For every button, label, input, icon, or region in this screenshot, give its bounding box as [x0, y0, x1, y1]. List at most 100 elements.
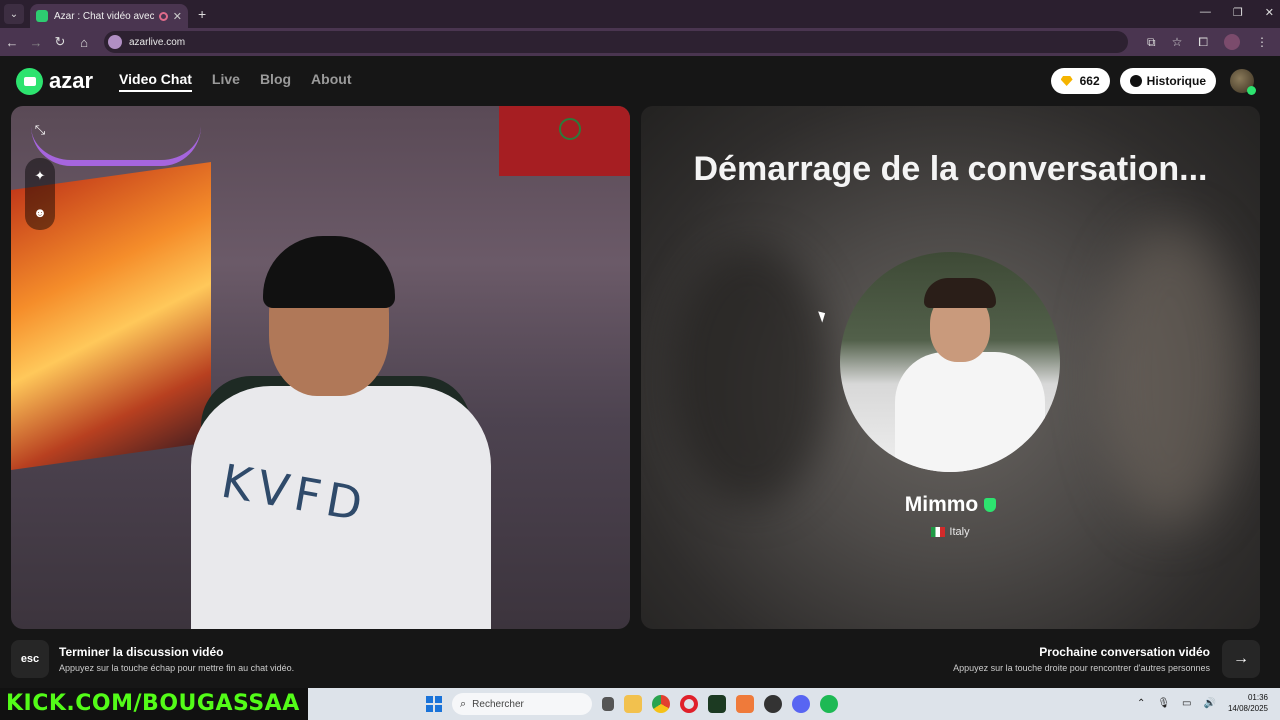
self-video: KVFD ⤡ ✦ ☻	[11, 106, 630, 629]
recording-icon	[158, 11, 168, 21]
next-chat-subtitle: Appuyez sur la touche droite pour rencon…	[953, 663, 1210, 673]
end-chat-hint: esc Terminer la discussion vidéo Appuyez…	[11, 640, 294, 678]
window-controls: — ❐ ✕	[1200, 6, 1274, 19]
site-header: azar Video Chat Live Blog About 662 Hist…	[0, 56, 1270, 106]
end-chat-title: Terminer la discussion vidéo	[59, 645, 224, 659]
kick-overlay-text: KICK.COM/BOUGASSAA	[6, 691, 300, 716]
gems-count: 662	[1079, 74, 1100, 88]
next-chat-hint: Prochaine conversation vidéo Appuyez sur…	[953, 640, 1260, 678]
windows-start-icon[interactable]	[426, 696, 442, 712]
beanie	[263, 236, 395, 308]
flag-emblem	[559, 118, 581, 140]
nav-about[interactable]: About	[311, 71, 351, 92]
browser-toolbar-right: ⧉ ☆ ⧠ ⋮	[1147, 34, 1268, 50]
effects-group: ✦ ☻	[25, 158, 55, 230]
search-placeholder: Rechercher	[472, 698, 524, 710]
spotify-icon[interactable]	[820, 695, 838, 713]
nav-blog[interactable]: Blog	[260, 71, 291, 92]
menu-dots-icon[interactable]: ⋮	[1256, 35, 1268, 49]
partner-panel: Démarrage de la conversation... Mimmo It…	[641, 106, 1260, 629]
logo-text: azar	[49, 68, 94, 93]
nav-video-chat[interactable]: Video Chat	[119, 71, 192, 92]
extensions-icon[interactable]: ⧠	[1198, 35, 1208, 50]
azar-logo[interactable]: azar	[16, 67, 94, 95]
blurred-bg	[1101, 226, 1241, 526]
new-tab-button[interactable]: +	[198, 6, 206, 22]
online-dot-icon	[1247, 86, 1256, 95]
taskbar-clock[interactable]: 01:36 14/08/2025	[1228, 692, 1268, 714]
system-tray: ⌃ 🎙 ▭ 🔊 01:36 14/08/2025	[1137, 692, 1268, 714]
close-window-button[interactable]: ✕	[1265, 6, 1274, 19]
verified-shield-icon	[984, 498, 997, 512]
blurred-bg	[671, 246, 831, 506]
partner-country-row: Italy	[641, 526, 1260, 538]
clock-date: 14/08/2025	[1227, 704, 1268, 713]
azar-favicon-icon	[36, 10, 48, 22]
chrome-icon[interactable]	[652, 695, 670, 713]
kick-overlay: KICK.COM/BOUGASSAA	[0, 688, 308, 720]
partner-name: Mimmo	[904, 493, 979, 516]
streaming-app-icon[interactable]	[708, 695, 726, 713]
site-info-icon[interactable]	[108, 35, 122, 49]
neon-light	[31, 106, 201, 166]
vegas-app-icon[interactable]	[736, 695, 754, 713]
back-icon[interactable]: ←	[0, 35, 24, 50]
url-text: azarlive.com	[129, 36, 186, 48]
file-explorer-icon[interactable]	[624, 695, 642, 713]
discord-icon[interactable]	[792, 695, 810, 713]
taskbar: KICK.COM/BOUGASSAA ⌕ Rechercher ⌃ 🎙 ▭ 🔊 …	[0, 688, 1280, 720]
tab-bar: ⌄ Azar : Chat vidéo avec de n ✕ + — ❐ ✕	[0, 0, 1280, 28]
home-icon[interactable]: ⌂	[72, 35, 96, 50]
obs-icon[interactable]	[764, 695, 782, 713]
shirt-text: KVFD	[217, 453, 373, 533]
volume-icon[interactable]: 🔊	[1204, 698, 1216, 709]
task-view-icon[interactable]	[602, 697, 614, 711]
address-bar: ← → ↻ ⌂ azarlive.com	[0, 28, 1280, 56]
profile-icon[interactable]	[1224, 34, 1240, 50]
end-chat-subtitle: Appuyez sur la touche échap pour mettre …	[59, 663, 295, 673]
reload-icon[interactable]: ↻	[48, 34, 72, 50]
header-actions: 662 Historique	[1050, 68, 1256, 95]
gems-button[interactable]: 662	[1050, 68, 1110, 94]
partner-name-row: Mimmo	[641, 493, 1260, 517]
taskbar-apps: ⌕ Rechercher	[426, 693, 838, 715]
clock-icon	[1129, 75, 1142, 87]
video-tools: ⤡ ✦ ☻	[25, 118, 55, 230]
nav-live[interactable]: Live	[212, 71, 240, 92]
next-chat-title: Prochaine conversation vidéo	[1039, 645, 1210, 659]
tray-expand-icon[interactable]: ⌃	[1137, 698, 1145, 709]
tab-title: Azar : Chat vidéo avec de n	[54, 10, 154, 22]
opera-icon[interactable]	[680, 695, 698, 713]
search-icon: ⌕	[460, 697, 467, 710]
esc-button[interactable]: esc	[11, 640, 49, 678]
cast-icon[interactable]: ⧉	[1147, 35, 1156, 50]
tab-azar[interactable]: Azar : Chat vidéo avec de n ✕	[30, 4, 188, 28]
sparkle-effects-icon[interactable]: ✦	[28, 164, 52, 188]
gem-icon	[1060, 76, 1073, 86]
azar-page: azar Video Chat Live Blog About 662 Hist…	[0, 56, 1280, 688]
azar-logo-icon	[16, 67, 43, 95]
network-icon[interactable]: ▭	[1182, 698, 1191, 709]
connection-status: Démarrage de la conversation...	[693, 150, 1208, 188]
history-label: Historique	[1146, 74, 1206, 88]
streamer: KVFD	[191, 236, 491, 629]
shirt: KVFD	[191, 386, 491, 629]
partner-country: Italy	[949, 526, 970, 538]
minimize-button[interactable]: —	[1200, 6, 1211, 19]
history-button[interactable]: Historique	[1119, 68, 1216, 94]
clock-time: 01:36	[1247, 693, 1268, 702]
face-mask-icon[interactable]: ☻	[28, 200, 52, 224]
minimize-video-icon[interactable]: ⤡	[28, 118, 52, 142]
partner-profile-photo	[840, 252, 1060, 472]
maximize-button[interactable]: ❐	[1233, 6, 1243, 19]
url-field[interactable]: azarlive.com	[104, 31, 1128, 53]
user-avatar[interactable]	[1230, 69, 1256, 95]
microphone-icon[interactable]: 🎙	[1157, 698, 1170, 709]
wall-flag	[499, 106, 630, 176]
next-arrow-button[interactable]: →	[1222, 640, 1260, 678]
tab-search-chevron-icon[interactable]: ⌄	[4, 4, 24, 24]
tab-close-icon[interactable]: ✕	[173, 10, 182, 23]
forward-icon[interactable]: →	[24, 35, 48, 50]
bookmark-star-icon[interactable]: ☆	[1172, 35, 1183, 49]
taskbar-search[interactable]: ⌕ Rechercher	[452, 693, 592, 715]
